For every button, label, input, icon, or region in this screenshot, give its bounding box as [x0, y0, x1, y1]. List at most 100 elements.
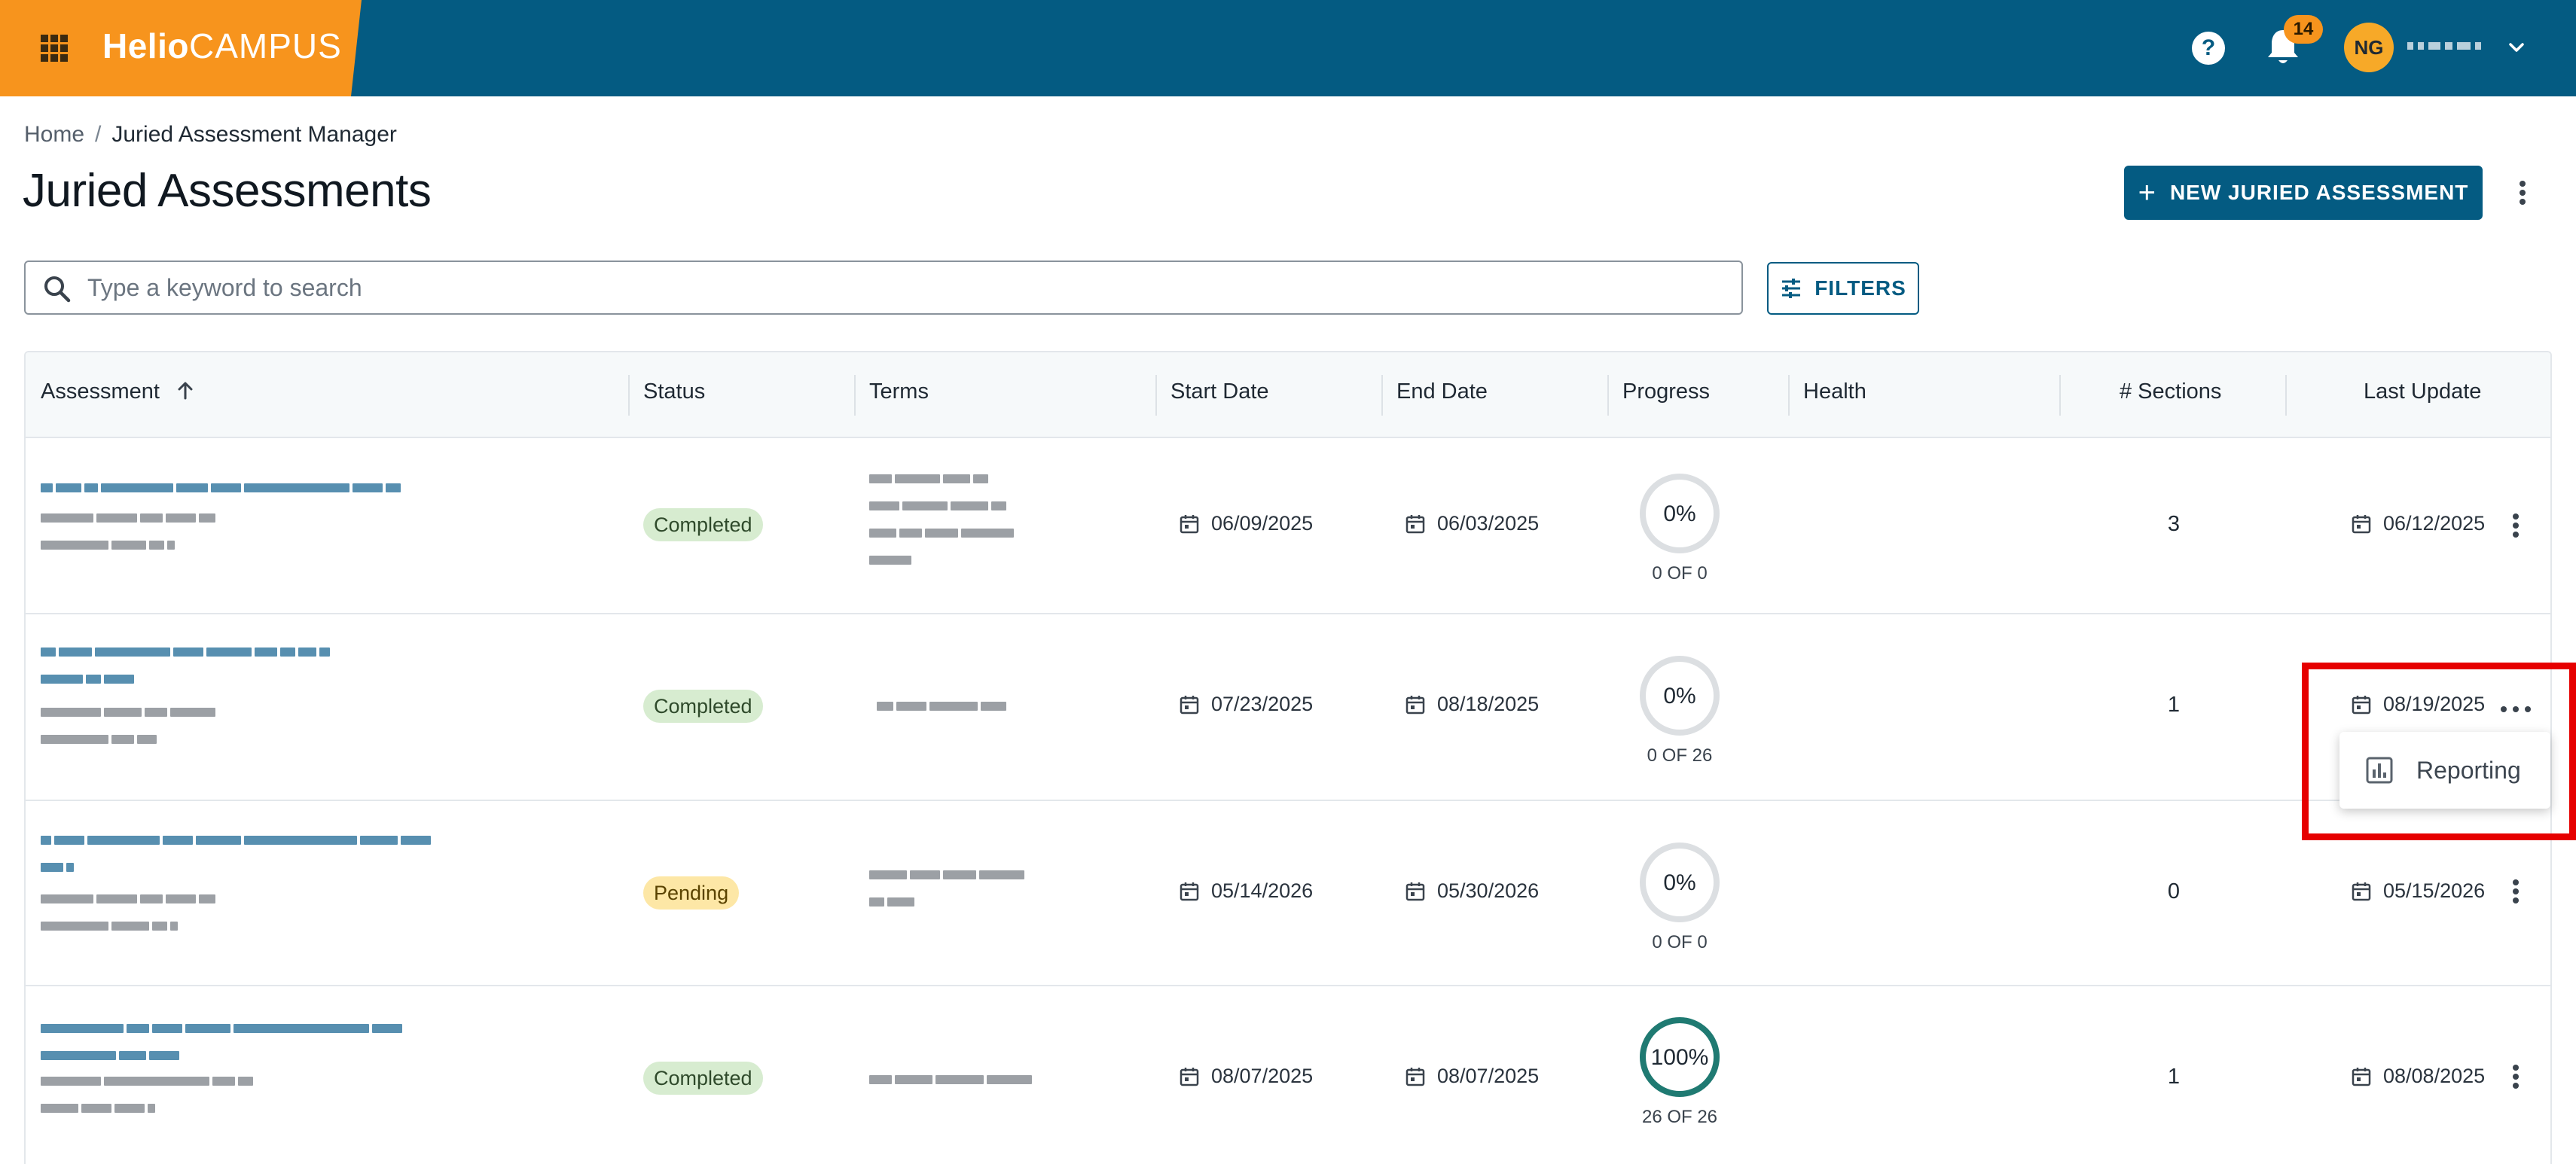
- helio-campus-logo[interactable]: HelioCAMPUS: [102, 26, 342, 66]
- assessment-name-link[interactable]: [41, 1024, 402, 1033]
- column-header-sections[interactable]: # Sections: [2120, 379, 2221, 404]
- column-divider[interactable]: [1381, 375, 1383, 416]
- column-divider[interactable]: [1155, 375, 1157, 416]
- sections-count: 1: [2167, 693, 2181, 717]
- terms-text: [869, 501, 1006, 510]
- terms-text: [869, 556, 911, 565]
- assessment-subtitle: [41, 1104, 155, 1113]
- end-date: 08/18/2025: [1404, 693, 1539, 716]
- start-date-value: 07/23/2025: [1211, 693, 1314, 715]
- column-header-health[interactable]: Health: [1803, 379, 1866, 404]
- start-date: 06/09/2025: [1178, 512, 1313, 535]
- progress-count: 26 OF 26: [1641, 1107, 1718, 1127]
- terms-text: [869, 529, 1014, 538]
- table-row[interactable]: Completed 07/23/2025 08/18/2025 0% 0 OF …: [26, 614, 2550, 801]
- breadcrumb: Home / Juried Assessment Manager: [24, 122, 397, 148]
- assessment-name-link[interactable]: [41, 863, 74, 872]
- plus-icon: +: [2138, 176, 2156, 209]
- assessment-subtitle: [41, 1077, 253, 1086]
- calendar-icon: [1180, 882, 1199, 900]
- assessment-subtitle: [41, 541, 175, 550]
- end-date: 06/03/2025: [1404, 512, 1539, 535]
- row-more-options-icon[interactable]: [2507, 876, 2525, 907]
- avatar[interactable]: NG: [2344, 23, 2394, 72]
- logo-bold-text: Helio: [102, 26, 189, 66]
- annotation-highlight-box: [2302, 663, 2576, 840]
- end-date-value: 08/07/2025: [1437, 1065, 1540, 1087]
- new-juried-assessment-button[interactable]: + NEW JURIED ASSESSMENT: [2124, 166, 2483, 220]
- breadcrumb-current: Juried Assessment Manager: [111, 122, 397, 147]
- terms-text: [869, 1075, 1032, 1084]
- start-date: 08/07/2025: [1178, 1065, 1313, 1088]
- column-divider[interactable]: [628, 375, 630, 416]
- assessment-name-link[interactable]: [41, 1051, 179, 1060]
- sliders-icon: [1782, 279, 1801, 298]
- status-badge: Completed: [643, 508, 763, 541]
- filters-label: FILTERS: [1814, 276, 1906, 300]
- column-divider[interactable]: [1607, 375, 1609, 416]
- start-date: 05/14/2026: [1178, 879, 1313, 903]
- calendar-icon: [2352, 1067, 2371, 1086]
- new-juried-assessment-label: NEW JURIED ASSESSMENT: [2169, 181, 2469, 204]
- column-header-end-date[interactable]: End Date: [1396, 379, 1488, 404]
- help-icon[interactable]: ?: [2192, 32, 2225, 65]
- last-update: 05/15/2026: [2350, 879, 2510, 903]
- sections-count: 3: [2167, 512, 2181, 536]
- assessment-name-link[interactable]: [41, 836, 431, 845]
- column-header-terms[interactable]: Terms: [869, 379, 929, 404]
- progress-percent: 100%: [1650, 1045, 1709, 1070]
- column-divider[interactable]: [2059, 375, 2061, 416]
- start-date-value: 06/09/2025: [1211, 512, 1314, 535]
- assessments-table: Assessment Status Terms Start Date End D…: [24, 351, 2552, 1164]
- row-more-options-icon[interactable]: [2507, 1062, 2525, 1092]
- terms-text: [869, 870, 1024, 879]
- page-title: Juried Assessments: [23, 165, 432, 217]
- assessment-name-link[interactable]: [41, 648, 330, 657]
- calendar-icon: [1180, 1067, 1199, 1086]
- user-name-redacted[interactable]: [2407, 39, 2498, 56]
- breadcrumb-home-link[interactable]: Home: [24, 122, 84, 147]
- end-date-value: 06/03/2025: [1437, 512, 1540, 535]
- progress-count: 0 OF 26: [1647, 745, 1713, 766]
- assessment-name-link[interactable]: [41, 483, 401, 492]
- logo-light-text: CAMPUS: [188, 26, 342, 66]
- assessment-name-link[interactable]: [41, 675, 134, 684]
- sort-ascending-icon[interactable]: [175, 380, 196, 401]
- start-date-value: 08/07/2025: [1211, 1065, 1314, 1087]
- last-update: 08/08/2025: [2350, 1065, 2510, 1088]
- column-header-start-date[interactable]: Start Date: [1170, 379, 1269, 404]
- column-header-status[interactable]: Status: [643, 379, 705, 404]
- chevron-down-icon[interactable]: [2507, 38, 2526, 57]
- status-badge: Completed: [643, 690, 763, 723]
- table-row[interactable]: Pending 05/14/2026 05/30/2026 0% 0 OF 0 …: [26, 801, 2550, 986]
- assessment-subtitle: [41, 708, 215, 717]
- last-update: 06/12/2025: [2350, 512, 2510, 535]
- column-header-progress[interactable]: Progress: [1622, 379, 1710, 404]
- column-divider[interactable]: [1788, 375, 1790, 416]
- table-row[interactable]: Completed 06/09/2025 06/03/2025 0% 0 OF …: [26, 438, 2550, 614]
- calendar-icon: [1406, 882, 1425, 900]
- app-grid-icon[interactable]: [41, 35, 68, 62]
- search-input[interactable]: [87, 270, 1714, 306]
- assessment-subtitle: [41, 513, 215, 523]
- column-header-last-update[interactable]: Last Update: [2364, 379, 2481, 404]
- column-divider[interactable]: [854, 375, 856, 416]
- progress-percent: 0%: [1663, 684, 1696, 708]
- sections-count: 1: [2167, 1065, 2181, 1089]
- breadcrumb-separator: /: [95, 122, 102, 147]
- start-date: 07/23/2025: [1178, 693, 1313, 716]
- column-header-assessment[interactable]: Assessment: [41, 379, 196, 404]
- assessment-subtitle: [41, 894, 215, 903]
- row-more-options-icon[interactable]: [2507, 510, 2525, 541]
- assessment-subtitle: [41, 922, 178, 931]
- filters-button[interactable]: FILTERS: [1767, 262, 1919, 315]
- status-badge: Pending: [643, 876, 740, 910]
- calendar-icon: [1180, 514, 1199, 533]
- calendar-icon: [1180, 695, 1199, 714]
- column-header-assessment-label: Assessment: [41, 379, 160, 404]
- progress-percent: 0%: [1663, 870, 1696, 895]
- table-row[interactable]: Completed 08/07/2025 08/07/2025 100% 26 …: [26, 986, 2550, 1164]
- page-more-options-icon[interactable]: [2513, 178, 2532, 208]
- column-divider[interactable]: [2285, 375, 2287, 416]
- top-bar: HelioCAMPUS ? 14 NG: [0, 0, 2576, 96]
